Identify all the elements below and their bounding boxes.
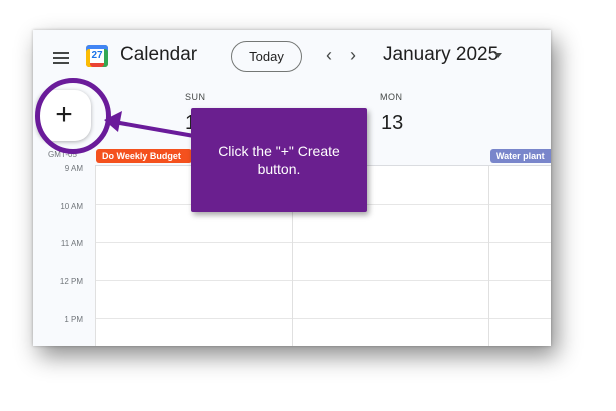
arrow-shaft <box>113 120 195 138</box>
arrow-head <box>104 111 122 132</box>
callout-box: Click the "+" Create button. <box>191 108 367 212</box>
callout-text: Click the "+" Create button. <box>218 143 340 177</box>
